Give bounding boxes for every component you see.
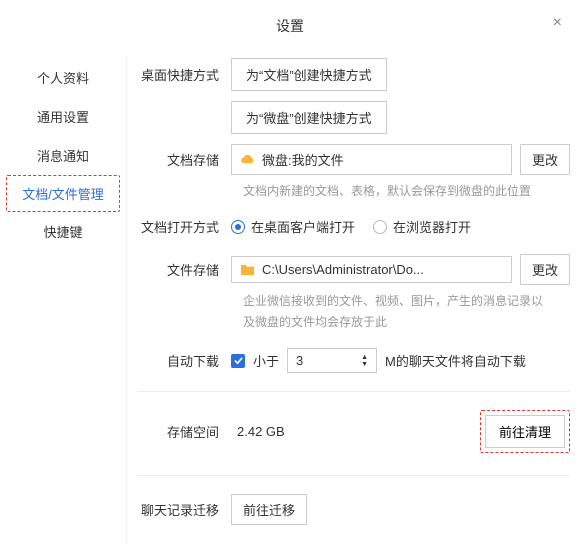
row-desktop-shortcuts: 桌面快捷方式 为“文档”创建快捷方式 — [137, 58, 570, 91]
sidebar-item-shortcuts[interactable]: 快捷键 — [0, 212, 126, 251]
main-layout: 个人资料 通用设置 消息通知 文档/文件管理 快捷键 桌面快捷方式 为“文档”创… — [0, 56, 580, 545]
cleanup-button[interactable]: 前往清理 — [485, 415, 565, 448]
doc-storage-hint: 文档内新建的文档、表格，默认会保存到微盘的此位置 — [243, 181, 570, 201]
sidebar: 个人资料 通用设置 消息通知 文档/文件管理 快捷键 — [0, 56, 126, 545]
content-pane: 桌面快捷方式 为“文档”创建快捷方式 为“微盘”创建快捷方式 文档存储 微盘:我… — [126, 56, 580, 545]
radio-label: 在浏览器打开 — [393, 217, 471, 236]
doc-storage-change-button[interactable]: 更改 — [520, 144, 570, 175]
cloud-icon — [240, 152, 255, 167]
sidebar-item-label: 快捷键 — [43, 225, 82, 240]
size-value: 3 — [296, 353, 303, 368]
label-doc-open: 文档打开方式 — [137, 217, 231, 236]
file-storage-hint: 企业微信接收到的文件、视频、图片，产生的消息记录以及微盘的文件均会存放于此 — [243, 291, 570, 332]
radio-open-client[interactable]: 在桌面客户端打开 — [231, 217, 355, 236]
radio-open-browser[interactable]: 在浏览器打开 — [373, 217, 471, 236]
migrate-button[interactable]: 前往迁移 — [231, 494, 307, 525]
file-storage-path-box[interactable]: C:\Users\Administrator\Do... — [231, 256, 512, 283]
row-doc-open: 文档打开方式 在桌面客户端打开 在浏览器打开 — [137, 217, 570, 236]
sidebar-item-profile[interactable]: 个人资料 — [0, 58, 126, 97]
folder-icon — [240, 263, 255, 276]
sidebar-item-label: 个人资料 — [37, 71, 89, 86]
row-doc-storage: 文档存储 微盘:我的文件 更改 — [137, 144, 570, 175]
doc-storage-path-box[interactable]: 微盘:我的文件 — [231, 144, 512, 175]
label-auto-download: 自动下载 — [137, 351, 231, 370]
size-tail-label: M的聊天文件将自动下载 — [385, 351, 526, 370]
close-icon[interactable]: × — [553, 14, 562, 32]
dialog-header: 设置 × — [0, 0, 580, 56]
label-history-migrate: 聊天记录迁移 — [137, 500, 231, 519]
auto-download-checkbox[interactable] — [231, 354, 245, 368]
spinner-buttons[interactable]: ▲ ▼ — [361, 354, 368, 368]
less-than-label: 小于 — [253, 351, 279, 370]
row-drive-shortcut: 为“微盘”创建快捷方式 — [137, 101, 570, 134]
row-storage: 存储空间 2.42 GB 前往清理 — [137, 410, 570, 453]
radio-dot-icon — [373, 220, 387, 234]
doc-storage-path: 微盘:我的文件 — [262, 150, 503, 169]
chevron-down-icon[interactable]: ▼ — [361, 361, 368, 368]
radio-dot-icon — [231, 220, 245, 234]
row-history-migrate: 聊天记录迁移 前往迁移 — [137, 494, 570, 525]
row-file-storage: 文件存储 C:\Users\Administrator\Do... 更改 — [137, 254, 570, 285]
cleanup-highlight: 前往清理 — [480, 410, 570, 453]
chevron-up-icon[interactable]: ▲ — [361, 354, 368, 361]
file-storage-change-button[interactable]: 更改 — [520, 254, 570, 285]
label-file-storage: 文件存储 — [137, 260, 231, 279]
label-desktop-shortcuts: 桌面快捷方式 — [137, 65, 231, 84]
radio-label: 在桌面客户端打开 — [251, 217, 355, 236]
file-storage-path: C:\Users\Administrator\Do... — [262, 262, 503, 277]
divider — [137, 475, 570, 476]
create-drive-shortcut-button[interactable]: 为“微盘”创建快捷方式 — [231, 101, 387, 134]
storage-value: 2.42 GB — [231, 424, 480, 439]
sidebar-item-label: 消息通知 — [37, 149, 89, 164]
row-auto-download: 自动下载 小于 3 ▲ ▼ M的聊天文件将自动下载 — [137, 348, 570, 373]
sidebar-item-label: 通用设置 — [37, 110, 89, 125]
label-storage: 存储空间 — [137, 422, 231, 441]
divider — [137, 391, 570, 392]
sidebar-item-label: 文档/文件管理 — [22, 187, 104, 202]
sidebar-item-files[interactable]: 文档/文件管理 — [6, 175, 120, 212]
sidebar-item-general[interactable]: 通用设置 — [0, 97, 126, 136]
dialog-title: 设置 — [276, 18, 304, 34]
create-doc-shortcut-button[interactable]: 为“文档”创建快捷方式 — [231, 58, 387, 91]
size-input[interactable]: 3 ▲ ▼ — [287, 348, 377, 373]
sidebar-item-notifications[interactable]: 消息通知 — [0, 136, 126, 175]
label-doc-storage: 文档存储 — [137, 150, 231, 169]
